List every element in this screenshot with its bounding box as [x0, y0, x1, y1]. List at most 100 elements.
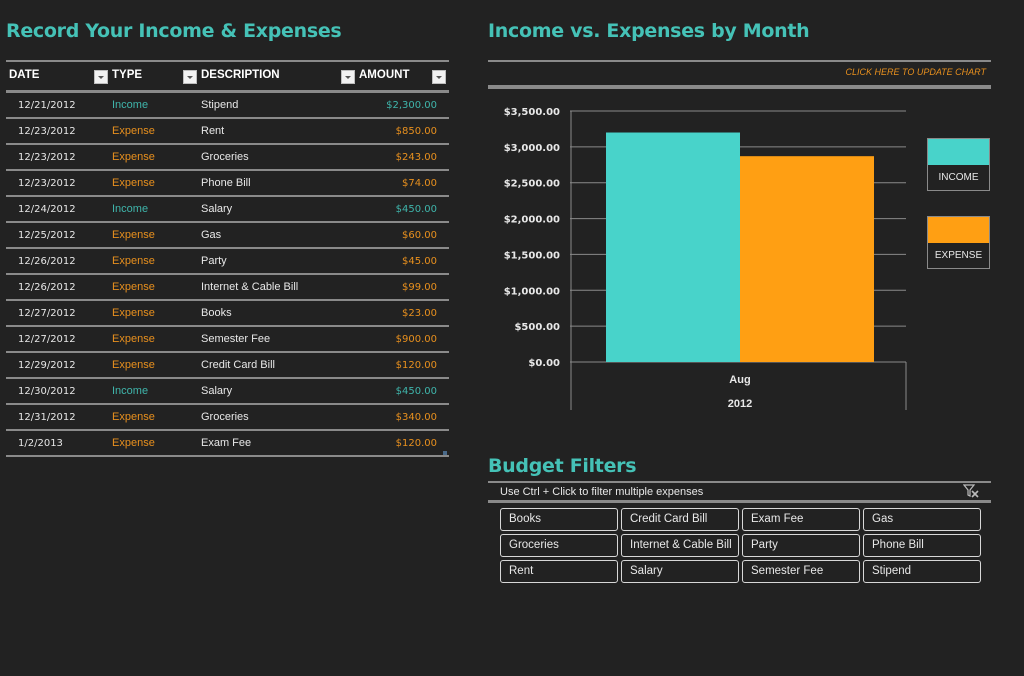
cell-date: 12/27/2012 — [18, 334, 76, 345]
chart-title: Income vs. Expenses by Month — [488, 20, 810, 42]
budget-filter-slicer: Books Credit Card Bill Exam Fee Gas Grocerie… — [500, 508, 982, 583]
cell-description: Stipend — [201, 99, 239, 111]
cell-date: 12/24/2012 — [18, 204, 76, 215]
cell-type: Expense — [112, 177, 155, 189]
y-tick-label: $2,000.00 — [504, 215, 560, 226]
table-row[interactable]: 12/23/2012 Expense Rent $850.00 — [6, 119, 449, 145]
cell-description: Gas — [201, 229, 222, 241]
filter-button[interactable]: Rent — [500, 560, 618, 583]
bar-expense — [740, 156, 874, 362]
cell-description: Books — [201, 307, 232, 319]
y-tick-label: $1,000.00 — [504, 286, 560, 297]
y-tick-label: $3,000.00 — [504, 143, 560, 154]
filter-button[interactable]: Books — [500, 508, 618, 531]
cell-amount: $45.00 — [402, 256, 437, 267]
table-row[interactable]: 12/25/2012 Expense Gas $60.00 — [6, 223, 449, 249]
cell-type: Income — [112, 385, 149, 397]
legend-income-swatch — [928, 139, 989, 165]
filter-button[interactable]: Salary — [621, 560, 739, 583]
filter-dropdown-date[interactable] — [94, 70, 108, 84]
divider — [488, 85, 991, 89]
cell-date: 12/31/2012 — [18, 412, 76, 423]
cell-type: Expense — [112, 333, 155, 345]
cell-date: 12/23/2012 — [18, 152, 76, 163]
cell-amount: $900.00 — [395, 334, 437, 345]
column-header-type: TYPE — [112, 69, 143, 81]
cell-date: 12/21/2012 — [18, 100, 76, 111]
table-header: DATE TYPE DESCRIPTION AMOUNT — [6, 60, 449, 93]
cell-type: Income — [112, 203, 149, 215]
cell-amount: $450.00 — [395, 204, 437, 215]
filter-button[interactable]: Exam Fee — [742, 508, 860, 531]
table-row[interactable]: 12/27/2012 Expense Semester Fee $900.00 — [6, 327, 449, 353]
table-row[interactable]: 12/26/2012 Expense Party $45.00 — [6, 249, 449, 275]
table-row[interactable]: 12/31/2012 Expense Groceries $340.00 — [6, 405, 449, 431]
cell-type: Expense — [112, 437, 155, 449]
cell-date: 1/2/2013 — [18, 438, 63, 449]
cell-description: Groceries — [201, 151, 249, 163]
cell-description: Credit Card Bill — [201, 359, 275, 371]
table-row[interactable]: 12/23/2012 Expense Phone Bill $74.00 — [6, 171, 449, 197]
cell-description: Groceries — [201, 411, 249, 423]
filter-button[interactable]: Internet & Cable Bill — [621, 534, 739, 557]
update-chart-link[interactable]: CLICK HERE TO UPDATE CHART — [845, 67, 986, 77]
cell-type: Expense — [112, 125, 155, 137]
cell-amount: $243.00 — [395, 152, 437, 163]
cell-description: Party — [201, 255, 227, 267]
cell-amount: $120.00 — [395, 360, 437, 371]
filter-button[interactable]: Semester Fee — [742, 560, 860, 583]
table-row[interactable]: 12/30/2012 Income Salary $450.00 — [6, 379, 449, 405]
y-tick-label: $1,500.00 — [504, 250, 560, 261]
cell-amount: $120.00 — [395, 438, 437, 449]
cell-type: Expense — [112, 281, 155, 293]
table-row[interactable]: 12/26/2012 Expense Internet & Cable Bill $9… — [6, 275, 449, 301]
table-row[interactable]: 1/2/2013 Expense Exam Fee $120.00 — [6, 431, 449, 457]
x-tick-label: Aug — [729, 374, 750, 386]
cell-date: 12/25/2012 — [18, 230, 76, 241]
filter-button[interactable]: Gas — [863, 508, 981, 531]
cell-date: 12/30/2012 — [18, 386, 76, 397]
cell-date: 12/26/2012 — [18, 282, 76, 293]
table-body: 12/21/2012 Income Stipend $2,300.00 12/23/20… — [6, 93, 449, 457]
filter-dropdown-amount[interactable] — [432, 70, 446, 84]
clear-filter-icon[interactable] — [962, 484, 979, 501]
y-tick-label: $2,500.00 — [504, 179, 560, 190]
table-row[interactable]: 12/23/2012 Expense Groceries $243.00 — [6, 145, 449, 171]
table-row[interactable]: 12/21/2012 Income Stipend $2,300.00 — [6, 93, 449, 119]
table-row[interactable]: 12/24/2012 Income Salary $450.00 — [6, 197, 449, 223]
filter-button[interactable]: Groceries — [500, 534, 618, 557]
divider — [488, 481, 991, 483]
cell-description: Semester Fee — [201, 333, 271, 345]
cell-description: Exam Fee — [201, 437, 252, 449]
filter-dropdown-type[interactable] — [183, 70, 197, 84]
table-resize-handle[interactable] — [443, 451, 447, 455]
cell-description: Salary — [201, 385, 233, 397]
filter-button[interactable]: Phone Bill — [863, 534, 981, 557]
cell-amount: $23.00 — [402, 308, 437, 319]
cell-date: 12/27/2012 — [18, 308, 76, 319]
legend-income-label: INCOME — [938, 172, 979, 183]
table-row[interactable]: 12/29/2012 Expense Credit Card Bill $120.00 — [6, 353, 449, 379]
table-row[interactable]: 12/27/2012 Expense Books $23.00 — [6, 301, 449, 327]
cell-amount: $2,300.00 — [386, 100, 437, 111]
y-tick-label: $500.00 — [514, 322, 560, 333]
cell-date: 12/29/2012 — [18, 360, 76, 371]
column-header-amount: AMOUNT — [359, 69, 410, 81]
cell-date: 12/23/2012 — [18, 126, 76, 137]
cell-amount: $450.00 — [395, 386, 437, 397]
filter-button[interactable]: Stipend — [863, 560, 981, 583]
cell-amount: $60.00 — [402, 230, 437, 241]
cell-type: Expense — [112, 229, 155, 241]
income-expense-chart: $0.00 $500.00 $1,000.00 $1,500.00 $2,000.00 $… — [504, 107, 907, 410]
cell-description: Rent — [201, 125, 225, 137]
legend-expense-swatch — [928, 217, 989, 243]
cell-description: Salary — [201, 203, 233, 215]
cell-amount: $74.00 — [402, 178, 437, 189]
filter-dropdown-description[interactable] — [341, 70, 355, 84]
filter-button[interactable]: Credit Card Bill — [621, 508, 739, 531]
cell-type: Expense — [112, 411, 155, 423]
income-expense-table: DATE TYPE DESCRIPTION AMOUNT 12/21/2012 I… — [6, 60, 449, 457]
cell-date: 12/26/2012 — [18, 256, 76, 267]
filter-button[interactable]: Party — [742, 534, 860, 557]
legend-expense-label: EXPENSE — [934, 250, 983, 261]
